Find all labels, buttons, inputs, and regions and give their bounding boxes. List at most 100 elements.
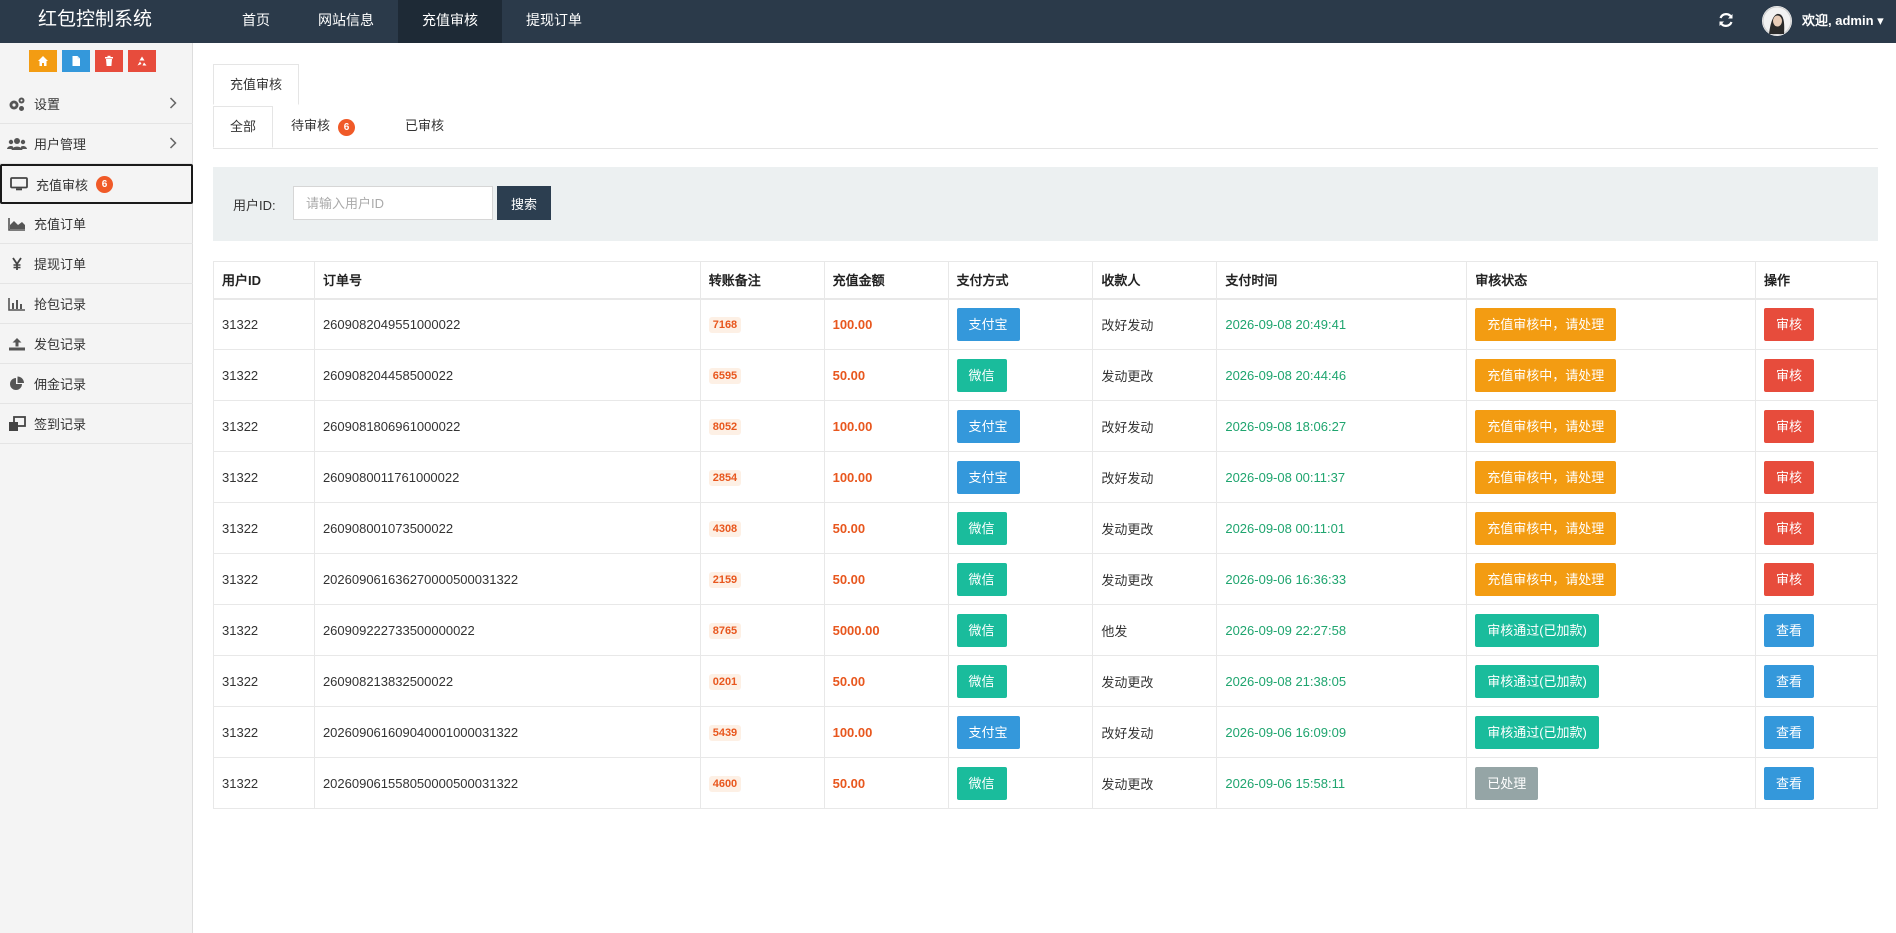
nav-recharge-review[interactable]: 充值审核 xyxy=(398,0,502,43)
review-status-cell: 审核通过(已加款) xyxy=(1466,706,1757,758)
status-subtabs: 全部 待审核 6 已审核 xyxy=(213,106,478,148)
pay-time-cell: 2026-09-08 20:49:41 xyxy=(1216,298,1468,350)
tab-recharge-review[interactable]: 充值审核 xyxy=(213,64,300,105)
table-row: 31322 260908204458500022 6595 50.00 微信 发… xyxy=(213,349,1878,401)
yen-icon xyxy=(0,257,34,271)
home-button[interactable] xyxy=(29,50,57,72)
amount-cell: 100.00 xyxy=(823,298,949,350)
pay-time: 2026-09-08 00:11:37 xyxy=(1225,469,1346,485)
top-nav: 首页 网站信息 充值审核 提现订单 xyxy=(218,0,606,43)
subtab-all[interactable]: 全部 xyxy=(213,106,274,148)
sidebar-item-label: 签到记录 xyxy=(34,417,87,432)
sidebar-item-recharge-review[interactable]: 充值审核 6 xyxy=(0,164,193,204)
payment-method-label: 微信 xyxy=(956,664,1007,698)
payment-method-cell: 微信 xyxy=(947,757,1094,809)
payee-cell: 改好发动 xyxy=(1092,400,1218,452)
nav-withdraw-orders[interactable]: 提现订单 xyxy=(502,0,606,43)
nav-site-info[interactable]: 网站信息 xyxy=(294,0,398,43)
payee-cell: 发动更改 xyxy=(1092,553,1218,605)
recycle-button[interactable] xyxy=(128,50,156,72)
refresh-icon[interactable] xyxy=(1716,10,1736,30)
avatar[interactable] xyxy=(1762,6,1792,36)
chevron-right-icon xyxy=(169,137,177,152)
row-action-button[interactable]: 查看 xyxy=(1764,715,1815,749)
table-row: 31322 202609061609040001000031322 5439 1… xyxy=(213,706,1878,758)
payee-cell: 发动更改 xyxy=(1092,757,1218,809)
sidebar-item-settings[interactable]: 设置 xyxy=(0,84,193,124)
pay-time-cell: 2026-09-08 18:06:27 xyxy=(1216,400,1468,452)
recharge-amount: 50.00 xyxy=(832,775,866,791)
action-cell: 查看 xyxy=(1755,604,1878,656)
recharge-amount: 100.00 xyxy=(832,316,873,332)
row-action-button[interactable]: 查看 xyxy=(1764,766,1815,800)
payment-method-cell: 微信 xyxy=(947,604,1094,656)
row-action-button[interactable]: 审核 xyxy=(1764,460,1815,494)
amount-cell: 50.00 xyxy=(823,655,949,707)
review-status-label: 审核通过(已加款) xyxy=(1475,664,1599,698)
pay-time: 2026-09-08 20:44:46 xyxy=(1225,367,1347,383)
row-action-button[interactable]: 审核 xyxy=(1764,562,1815,596)
user-id-cell: 31322 xyxy=(213,655,315,707)
action-cell: 审核 xyxy=(1755,502,1878,554)
amount-cell: 100.00 xyxy=(823,706,949,758)
table-row: 31322 20260906163627000050003​1322 2159 … xyxy=(213,553,1878,605)
subtab-reviewed[interactable]: 已审核 xyxy=(389,106,460,148)
pay-time: 2026-09-08 21:38:05 xyxy=(1225,673,1347,689)
subtab-pending[interactable]: 待审核 6 xyxy=(275,106,371,148)
transfer-memo-cell: 2854 xyxy=(699,451,825,503)
payee-cell: 发动更改 xyxy=(1092,502,1218,554)
desktop-icon xyxy=(2,177,36,191)
column-header: 支付方式 xyxy=(947,261,1094,300)
sidebar-item-send-records[interactable]: 发包记录 xyxy=(0,324,193,364)
row-action-button[interactable]: 审核 xyxy=(1764,409,1815,443)
row-action-button[interactable]: 审核 xyxy=(1764,511,1815,545)
payment-method-cell: 微信 xyxy=(947,502,1094,554)
pay-time-cell: 2026-09-06 16:36:33 xyxy=(1216,553,1468,605)
row-action-button[interactable]: 查看 xyxy=(1764,613,1815,647)
sidebar-item-recharge-orders[interactable]: 充值订单 xyxy=(0,204,193,244)
table-row: 31322 260908213832500022 0201 50.00 微信 发… xyxy=(213,655,1878,707)
row-action-button[interactable]: 查看 xyxy=(1764,664,1815,698)
user-menu[interactable]: 欢迎, admin ▾ xyxy=(1802,0,1884,43)
row-action-button[interactable]: 审核 xyxy=(1764,358,1815,392)
search-button[interactable]: 搜索 xyxy=(497,186,551,220)
payment-method-label: 微信 xyxy=(956,766,1007,800)
transfer-memo: 0201 xyxy=(708,673,742,690)
user-id-search-input[interactable] xyxy=(293,186,493,220)
action-cell: 审核 xyxy=(1755,451,1878,503)
trash-button[interactable] xyxy=(95,50,123,72)
transfer-memo: 4600 xyxy=(708,775,742,792)
nav-home[interactable]: 首页 xyxy=(218,0,294,43)
column-header: 收款人 xyxy=(1092,261,1218,300)
table-row: 31322 2609080011761000022 2854 100.00 支付… xyxy=(213,451,1878,503)
transfer-memo: 8765 xyxy=(708,622,742,639)
payment-method-label: 微信 xyxy=(956,358,1007,392)
transfer-memo-cell: 8052 xyxy=(699,400,825,452)
payment-method-cell: 微信 xyxy=(947,349,1094,401)
payment-method-cell: 微信 xyxy=(947,655,1094,707)
sidebar-item-commission-records[interactable]: 佣金记录 xyxy=(0,364,193,404)
review-status-label: 充值审核中，请处理 xyxy=(1475,358,1617,392)
payee-cell: 改好发动 xyxy=(1092,298,1218,350)
trash-icon xyxy=(105,55,113,66)
sidebar-item-grab-records[interactable]: 抢包记录 xyxy=(0,284,193,324)
user-id-cell: 31322 xyxy=(213,502,315,554)
order-number-cell: 260909222733500000022 xyxy=(313,604,701,656)
sidebar-item-checkin-records[interactable]: 签到记录 xyxy=(0,404,193,444)
user-id-cell: 31322 xyxy=(213,553,315,605)
recharge-amount: 100.00 xyxy=(832,469,873,485)
table-row: 31322 2609081806961000022 8052 100.00 支付… xyxy=(213,400,1878,452)
table-row: 31322 202609061558050000500031322 4600 5… xyxy=(213,757,1878,809)
brand-title[interactable]: 红包控制系统 xyxy=(38,0,152,43)
transfer-memo-cell: 7168 xyxy=(699,298,825,350)
pay-time: 2026-09-08 00:11:01 xyxy=(1225,520,1346,536)
search-label: 用户ID: xyxy=(233,198,276,213)
order-number-cell: 202609061609040001000031322 xyxy=(313,706,701,758)
sidebar-item-label: 充值审核 xyxy=(36,177,89,193)
chevron-right-icon xyxy=(169,97,177,112)
row-action-button[interactable]: 审核 xyxy=(1764,307,1815,341)
file-button[interactable] xyxy=(62,50,90,72)
sidebar-item-users[interactable]: 用户管理 xyxy=(0,124,193,164)
sidebar-item-withdraw-orders[interactable]: 提现订单 xyxy=(0,244,193,284)
bar-chart-icon xyxy=(0,297,34,311)
